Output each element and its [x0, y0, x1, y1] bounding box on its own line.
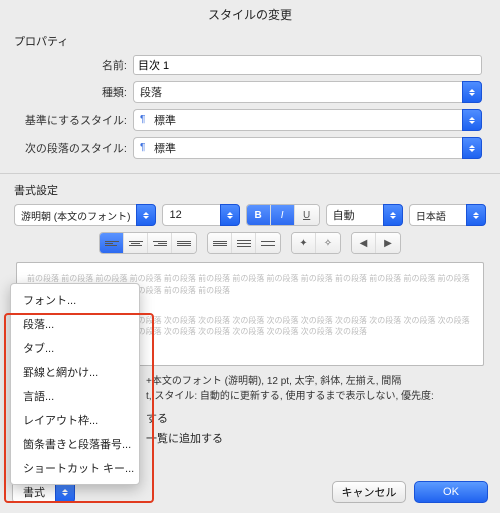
desc-line-2: t, スタイル: 自動的に更新する, 使用するまで表示しない, 優先度: — [146, 389, 484, 404]
chevron-updown-icon — [462, 109, 482, 131]
add-to-list-checkbox[interactable]: 一覧に追加する — [146, 430, 484, 446]
next-style-label: 次の段落のスタイル: — [18, 140, 133, 156]
indent-inc-button[interactable]: ▶ — [376, 233, 400, 253]
chevron-updown-icon — [136, 204, 156, 226]
chevron-updown-icon — [220, 204, 240, 226]
menu-shortcut[interactable]: ショートカット キー... — [11, 456, 139, 480]
align-justify-button[interactable] — [172, 233, 196, 253]
lang-select[interactable]: 日本語 — [409, 204, 486, 226]
format-popup-menu: フォント... 段落... タブ... 罫線と網かけ... 言語... レイアウ… — [10, 283, 140, 485]
align-center-button[interactable] — [124, 233, 148, 253]
paragraph-icon: ¶ — [140, 115, 150, 125]
color-select[interactable]: 自動 — [326, 204, 403, 226]
line-spacing-15-button[interactable] — [232, 233, 256, 253]
align-left-button[interactable] — [100, 233, 124, 253]
kind-value: 段落 — [140, 84, 162, 100]
space-before-inc-button[interactable]: ✦ — [292, 233, 316, 253]
menu-language[interactable]: 言語... — [11, 384, 139, 408]
bold-button[interactable]: B — [247, 205, 271, 225]
auto-update-checkbox[interactable]: する — [146, 410, 484, 426]
next-style-select[interactable]: ¶ 標準 — [133, 137, 482, 159]
menu-frame[interactable]: レイアウト枠... — [11, 408, 139, 432]
italic-button[interactable]: I — [271, 205, 295, 225]
line-spacing-2-button[interactable] — [256, 233, 280, 253]
chevron-updown-icon — [466, 204, 486, 226]
next-style-value: 標準 — [154, 140, 176, 156]
base-style-label: 基準にするスタイル: — [18, 112, 133, 128]
font-select[interactable]: 游明朝 (本文のフォント) — [14, 204, 156, 226]
properties-group: 名前: 種類: 段落 基準にするスタイル: ¶ 標準 次の段落のスタイル: ¶ 標準 — [0, 55, 500, 173]
window-title: スタイルの変更 — [0, 0, 500, 31]
menu-numbering[interactable]: 箇条書きと段落番号... — [11, 432, 139, 456]
base-style-select[interactable]: ¶ 標準 — [133, 109, 482, 131]
desc-line-1: +本文のフォント (游明朝), 12 pt, 太字, 斜体, 左揃え, 間隔 — [146, 374, 484, 389]
line-spacing-1-button[interactable] — [208, 233, 232, 253]
formatting-section-label: 書式設定 — [0, 180, 500, 204]
lang-value: 日本語 — [416, 208, 446, 223]
menu-font[interactable]: フォント... — [11, 288, 139, 312]
kind-select[interactable]: 段落 — [133, 81, 482, 103]
name-label: 名前: — [18, 57, 133, 73]
style-segment: B I U — [246, 204, 320, 226]
chevron-updown-icon — [462, 81, 482, 103]
name-input[interactable] — [133, 55, 482, 75]
properties-section-label: プロパティ — [0, 31, 500, 55]
size-value: 12 — [169, 209, 181, 221]
chevron-updown-icon — [383, 204, 403, 226]
format-toolbar: 游明朝 (本文のフォント) 12 B I U 自動 日本語 — [0, 204, 500, 232]
indent-dec-button[interactable]: ◀ — [352, 233, 376, 253]
base-style-value: 標準 — [154, 112, 176, 128]
paragraph-toolbar: ✦ ✧ ◀ ▶ — [0, 232, 500, 262]
color-value: 自動 — [333, 207, 355, 223]
divider — [0, 173, 500, 174]
paragraph-icon: ¶ — [140, 143, 150, 153]
underline-button[interactable]: U — [295, 205, 319, 225]
font-value: 游明朝 (本文のフォント) — [21, 208, 130, 223]
ok-button[interactable]: OK — [414, 481, 488, 503]
menu-tab[interactable]: タブ... — [11, 336, 139, 360]
kind-label: 種類: — [18, 84, 133, 100]
cancel-button[interactable]: キャンセル — [332, 481, 406, 503]
align-right-button[interactable] — [148, 233, 172, 253]
chevron-updown-icon — [462, 137, 482, 159]
space-before-dec-button[interactable]: ✧ — [316, 233, 340, 253]
menu-borders[interactable]: 罫線と網かけ... — [11, 360, 139, 384]
menu-paragraph[interactable]: 段落... — [11, 312, 139, 336]
size-select[interactable]: 12 — [162, 204, 239, 226]
